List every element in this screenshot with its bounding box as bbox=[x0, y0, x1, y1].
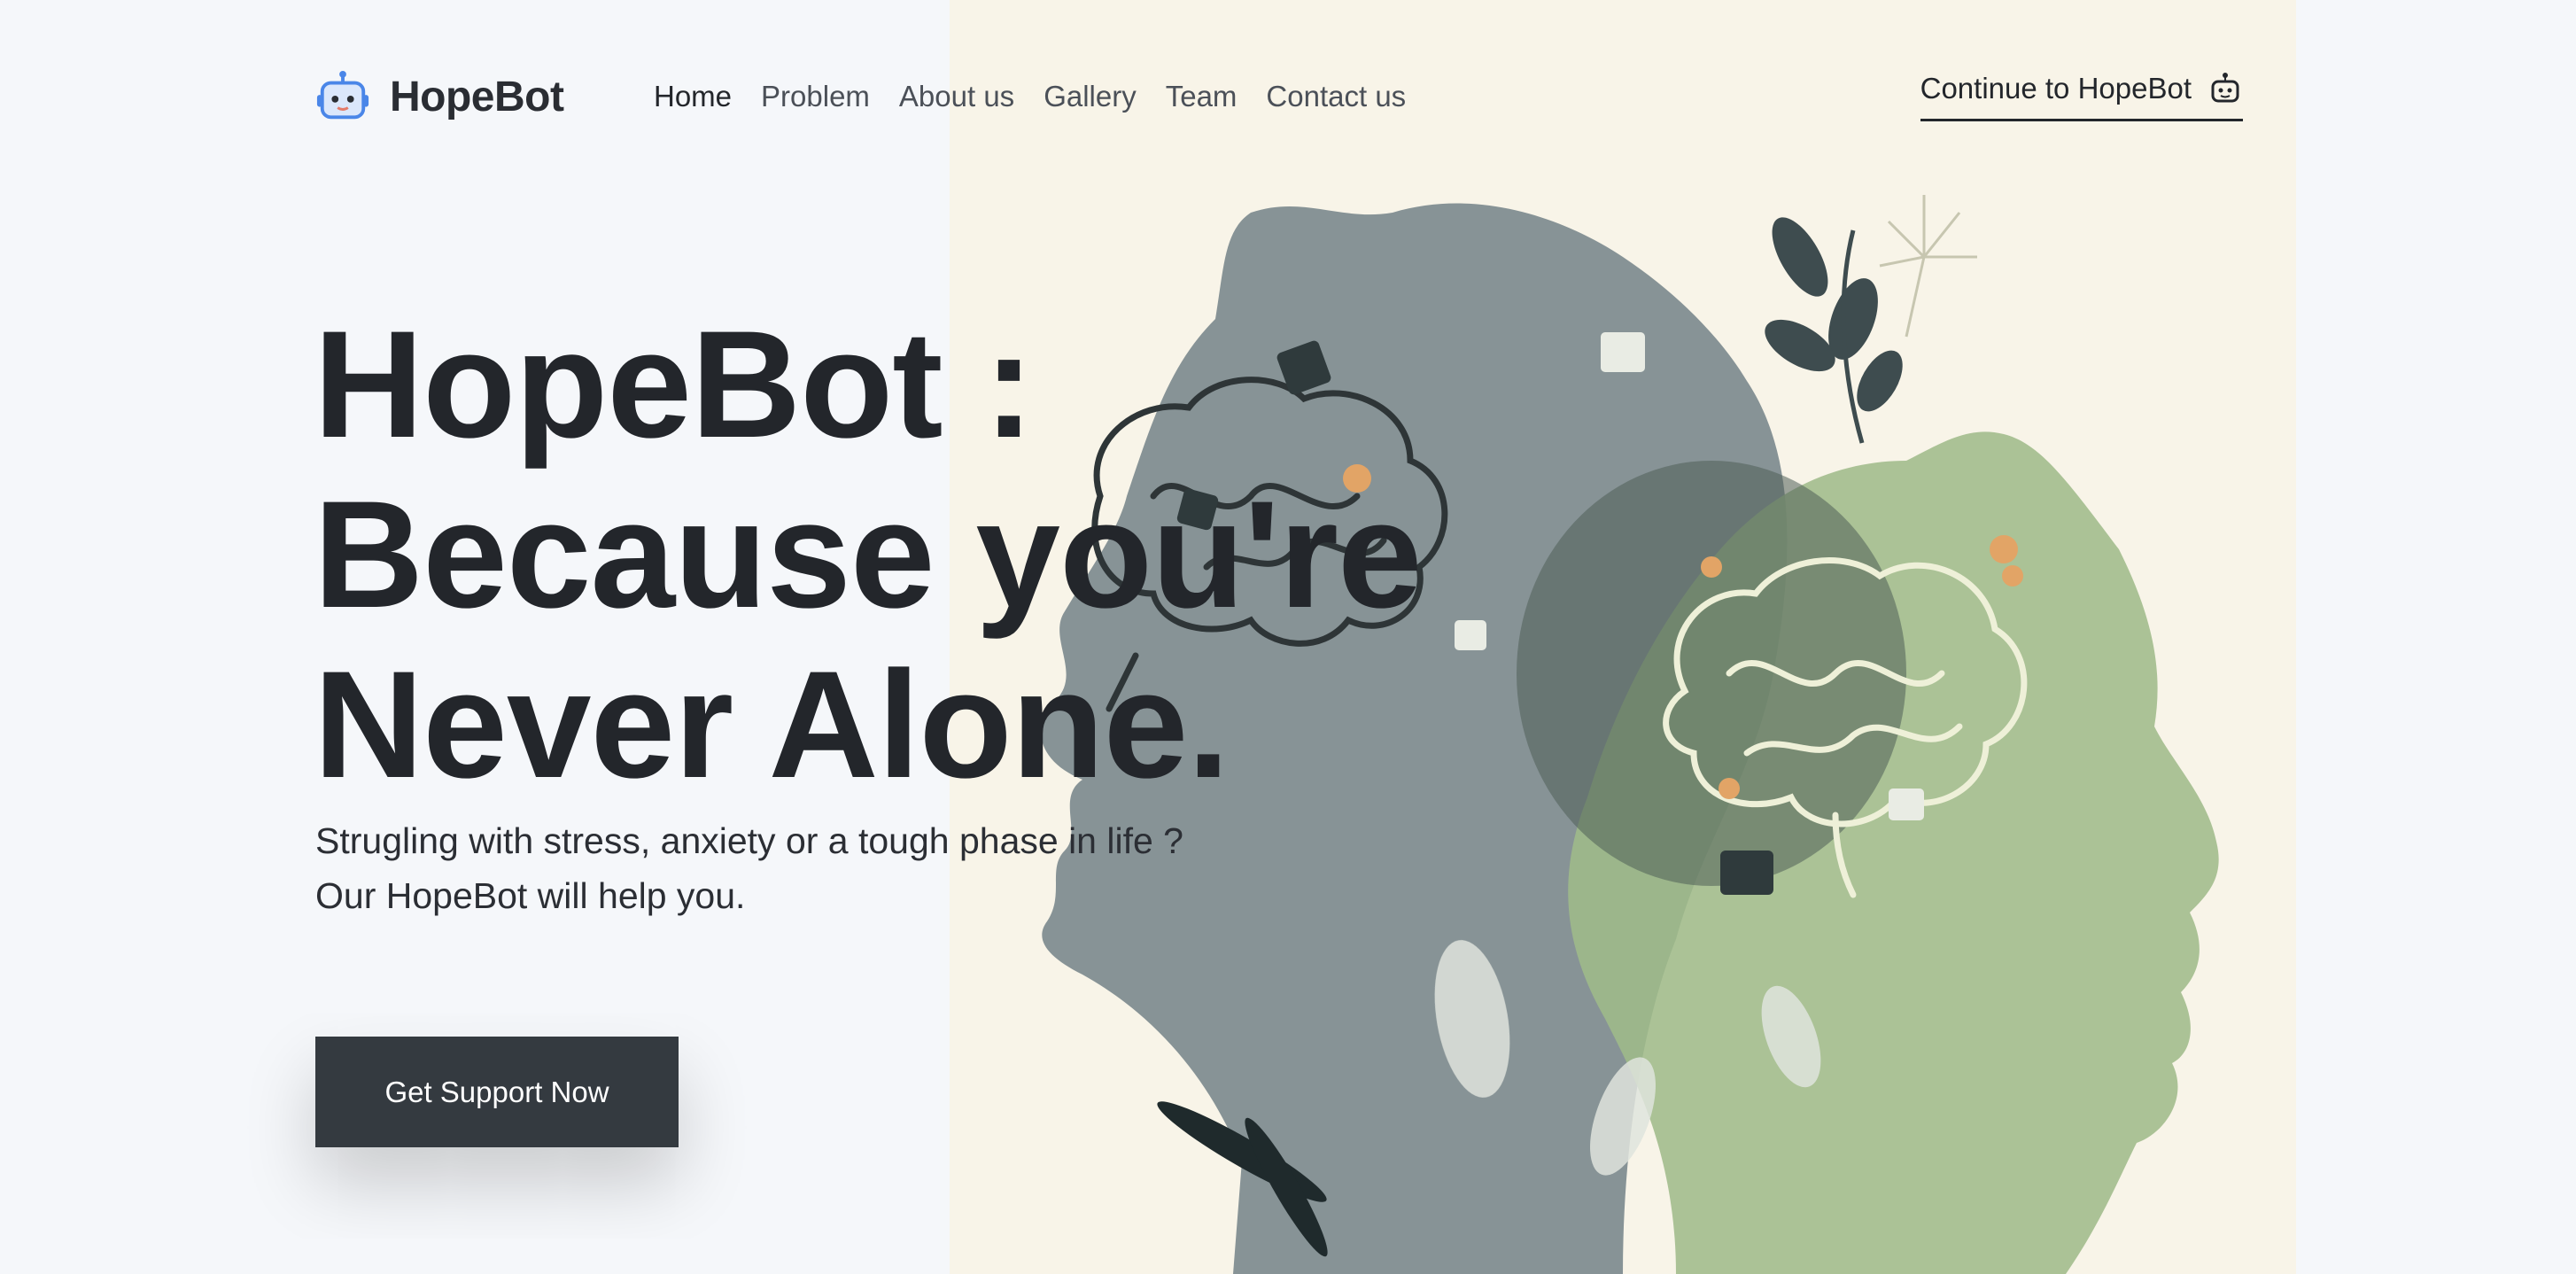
headline-line-2: Because you're bbox=[314, 470, 1423, 640]
nav-links: Home Problem About us Gallery Team Conta… bbox=[654, 80, 1406, 113]
top-navbar: HopeBot Home Problem About us Gallery Te… bbox=[315, 62, 2243, 133]
hero-headline: HopeBot : Because you're Never Alone. bbox=[314, 299, 1731, 810]
nav-link-problem[interactable]: Problem bbox=[761, 80, 870, 113]
get-support-now-button[interactable]: Get Support Now bbox=[315, 1037, 679, 1147]
subtext-line-1: Strugling with stress, anxiety or a toug… bbox=[315, 820, 1183, 861]
landing-page: HopeBot Home Problem About us Gallery Te… bbox=[0, 0, 2576, 1274]
continue-label: Continue to HopeBot bbox=[1920, 72, 2192, 105]
nav-link-team[interactable]: Team bbox=[1166, 80, 1238, 113]
nav-link-contact-us[interactable]: Contact us bbox=[1266, 80, 1406, 113]
subtext-line-2: Our HopeBot will help you. bbox=[315, 875, 746, 916]
headline-line-1: HopeBot : bbox=[314, 299, 1035, 470]
robot-icon bbox=[316, 70, 369, 120]
nav-link-gallery[interactable]: Gallery bbox=[1044, 80, 1137, 113]
robot-icon bbox=[2211, 73, 2239, 103]
brand-name: HopeBot bbox=[390, 73, 564, 120]
continue-to-hopebot-link[interactable]: Continue to HopeBot bbox=[1920, 71, 2243, 121]
nav-link-home[interactable]: Home bbox=[654, 80, 732, 113]
headline-line-3: Never Alone. bbox=[314, 640, 1230, 810]
nav-link-about-us[interactable]: About us bbox=[899, 80, 1014, 113]
plant-leaves bbox=[1765, 217, 1903, 412]
dandelion-stems bbox=[1879, 195, 1977, 338]
brand-logo[interactable]: HopeBot bbox=[315, 69, 564, 124]
hero-subtext: Strugling with stress, anxiety or a toug… bbox=[315, 813, 1183, 923]
